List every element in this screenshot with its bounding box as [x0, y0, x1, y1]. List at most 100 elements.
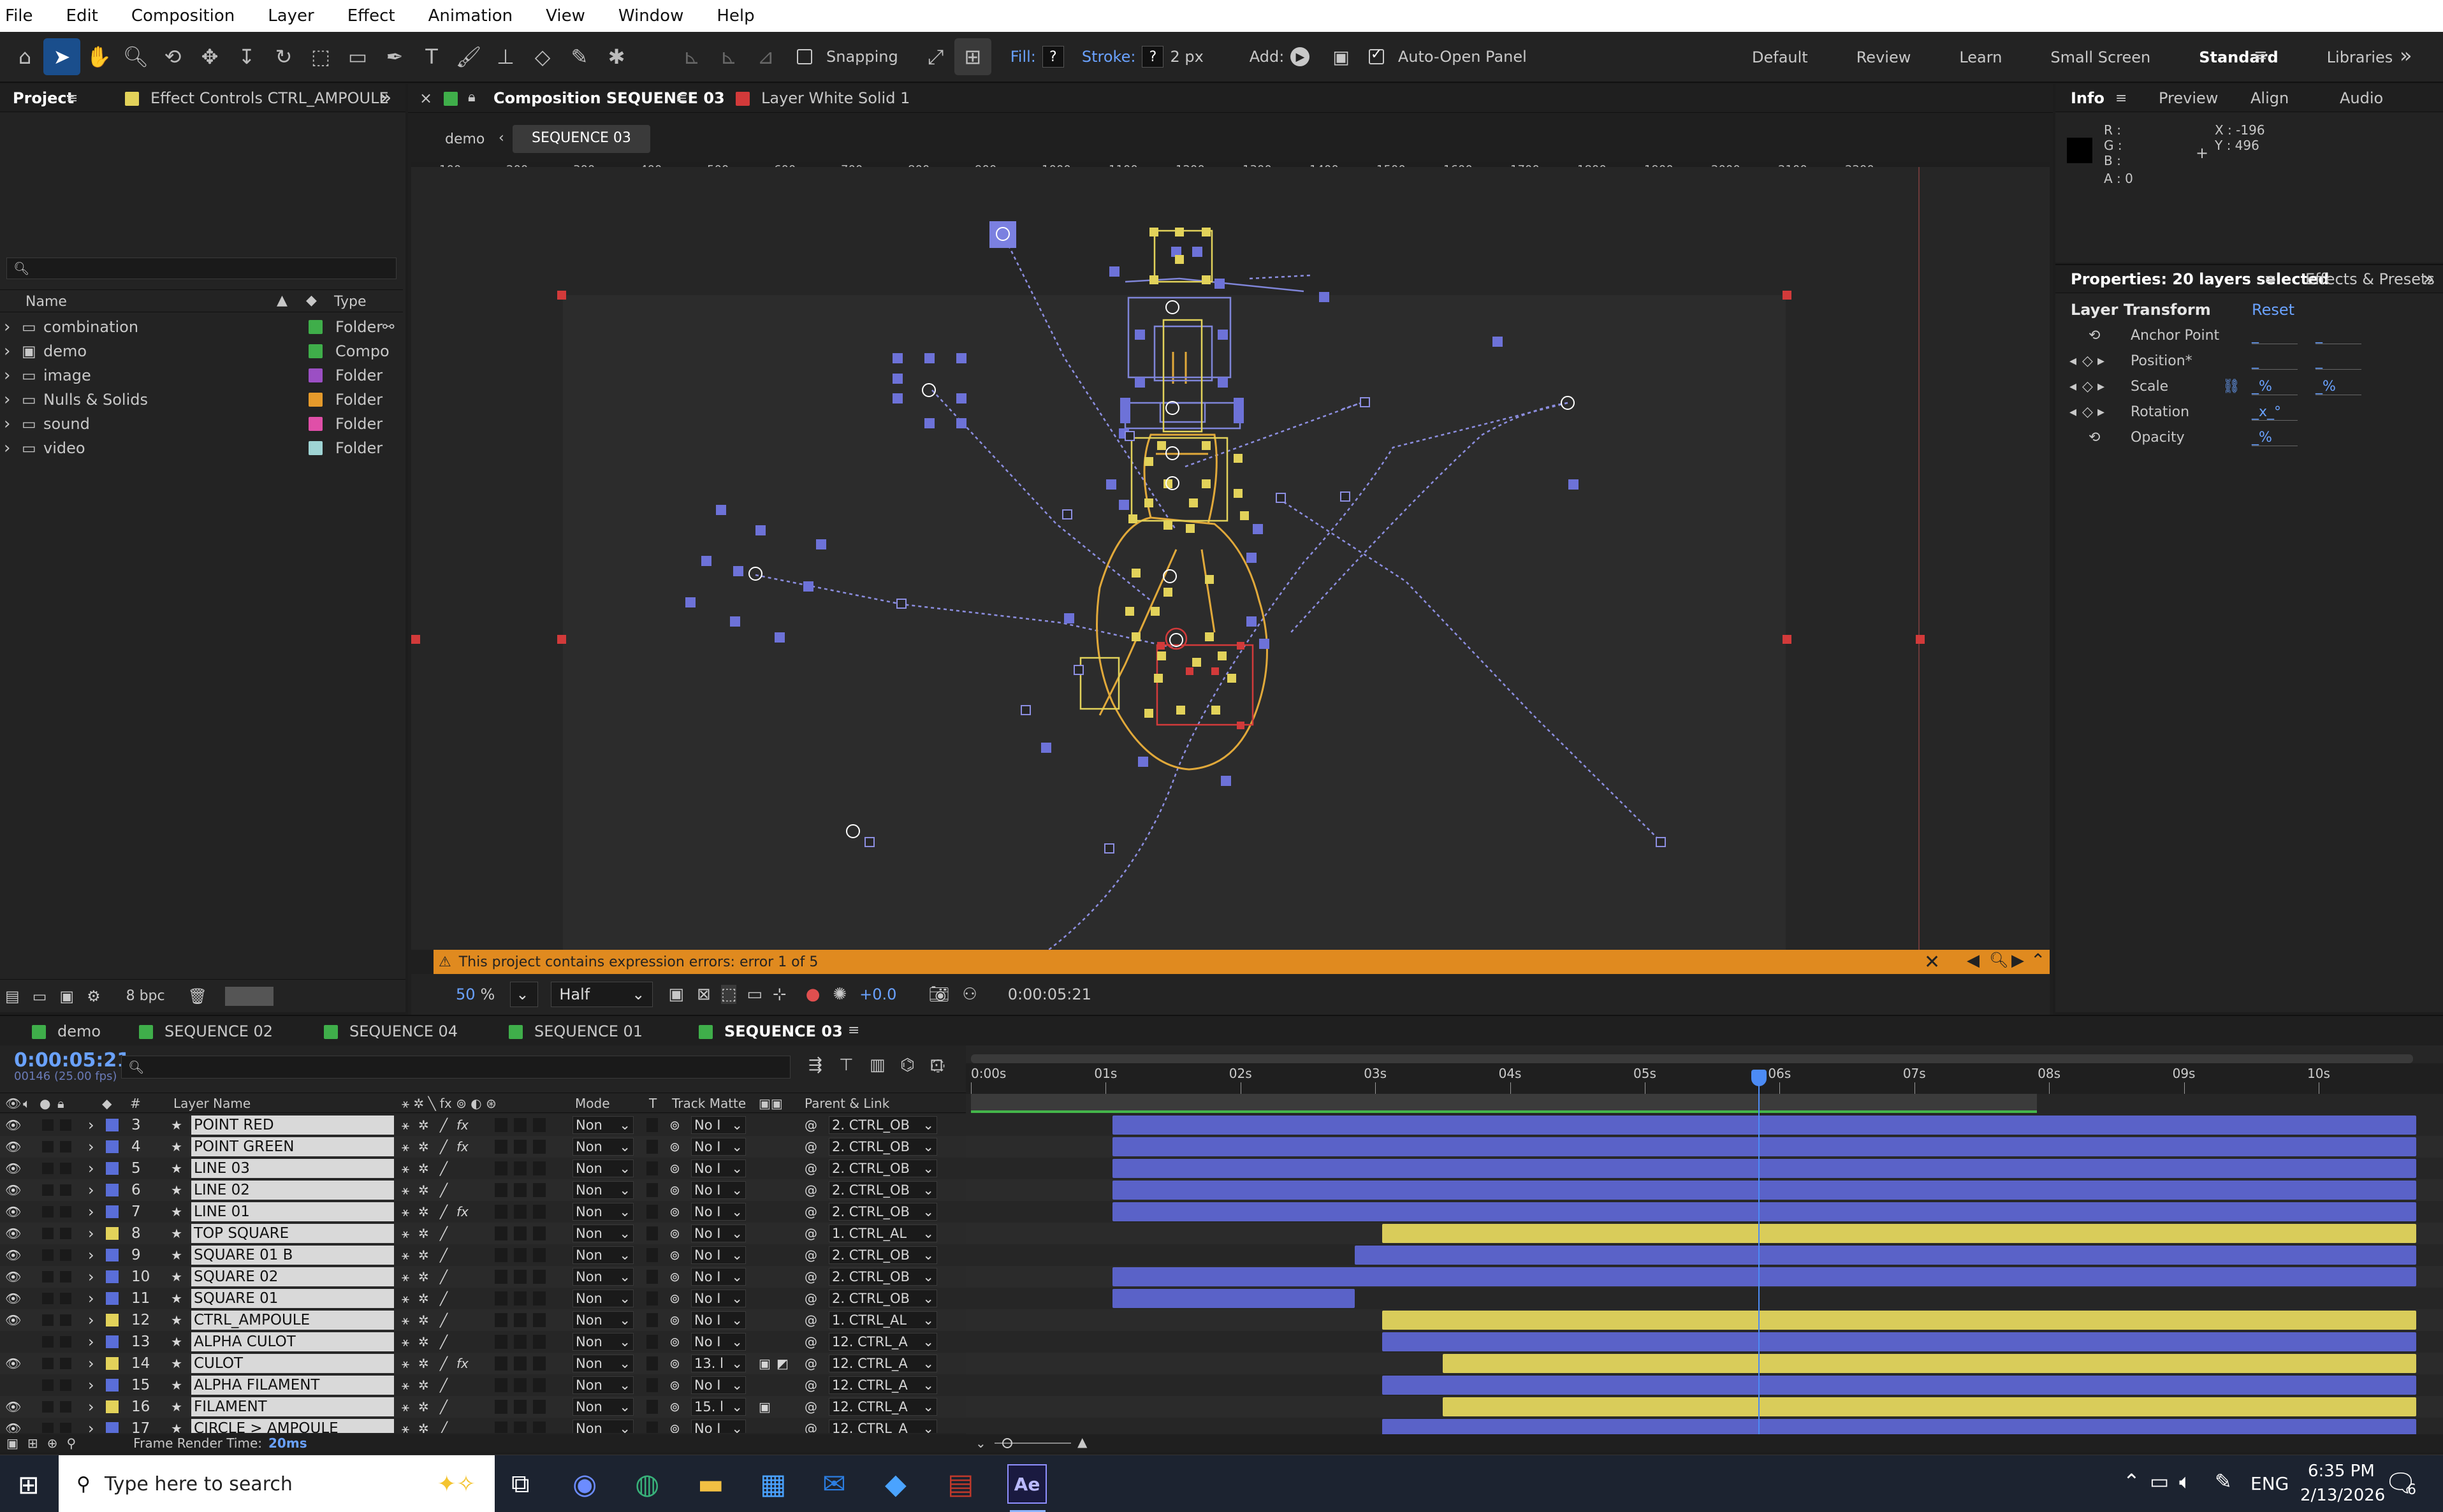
transfer-controls-icon[interactable]: ⊞ [27, 1436, 38, 1451]
layer-name[interactable]: ALPHA CULOT [191, 1332, 394, 1351]
layer-bar[interactable] [1355, 1246, 2416, 1265]
visibility-eye-icon[interactable]: 👁︎ [5, 1311, 21, 1329]
add-dropdown-icon[interactable]: ▶ [1290, 47, 1310, 66]
shy-switch-icon[interactable]: ⚹ [402, 1225, 409, 1242]
switch-box[interactable] [495, 1356, 507, 1370]
parent-dropdown[interactable]: 2. CTRL_OB ⌄ [829, 1116, 937, 1134]
pickwhip-icon[interactable]: @ [805, 1138, 817, 1156]
parent-dropdown[interactable]: 2. CTRL_OB ⌄ [829, 1290, 937, 1307]
matte-link-icon[interactable]: ⊚ [669, 1203, 680, 1221]
project-item[interactable]: › ▭ image Folder [0, 363, 403, 388]
layer-bar[interactable] [1382, 1419, 2416, 1436]
switch-box[interactable] [533, 1313, 546, 1327]
fx-switch-icon[interactable]: fx [456, 1203, 469, 1221]
parent-dropdown[interactable]: 2. CTRL_OB ⌄ [829, 1181, 937, 1199]
track-matte-dropdown[interactable]: No I ⌄ [691, 1376, 746, 1394]
label-swatch[interactable] [106, 1140, 119, 1153]
visibility-eye-icon[interactable]: 👁︎ [5, 1225, 21, 1242]
lock-toggle[interactable] [60, 1228, 71, 1239]
label-swatch[interactable] [309, 393, 323, 407]
clock-time[interactable]: 6:35 PM [2308, 1462, 2375, 1481]
track-matte-dropdown[interactable]: No I ⌄ [691, 1116, 746, 1134]
project-item[interactable]: › ▭ video Folder [0, 436, 403, 460]
next-keyframe-icon[interactable]: ▸ [2097, 379, 2104, 395]
property-value[interactable]: _x_° [2252, 404, 2298, 421]
new-composition-icon[interactable]: ▣ [59, 987, 74, 1005]
shy-switch-icon[interactable]: ⚹ [402, 1376, 409, 1394]
shy-switch-icon[interactable]: ⚹ [402, 1355, 409, 1372]
switch-box[interactable] [514, 1400, 527, 1414]
switch-box[interactable] [495, 1118, 507, 1132]
color-swatch[interactable] [225, 986, 274, 1006]
layer-row[interactable]: › 15 ★ ALPHA FILAMENT ⚹ ✲ ╱ Non ⌄ ⊚ No I ⌄ @12. CTRL… [0, 1374, 966, 1396]
chevron-right-icon[interactable]: › [4, 414, 10, 433]
matte-link-icon[interactable]: ⊚ [669, 1268, 680, 1286]
label-swatch[interactable] [106, 1379, 119, 1392]
info-menu-icon[interactable]: ≡ [2115, 91, 2127, 106]
edge-icon[interactable]: ◍ [635, 1468, 659, 1501]
workspace-libraries[interactable]: Libraries [2327, 48, 2393, 66]
track-matte-dropdown[interactable]: No I ⌄ [691, 1333, 746, 1351]
layer-search-input[interactable]: 🔍︎ [121, 1056, 791, 1079]
fx-switch-icon[interactable]: fx [456, 1355, 469, 1372]
clone-stamp-tool-icon[interactable]: ⊥ [487, 38, 524, 75]
visibility-eye-icon[interactable]: 👁︎ [5, 1355, 21, 1372]
next-keyframe-icon[interactable]: ▸ [2097, 353, 2104, 369]
solo-toggle[interactable] [42, 1206, 54, 1218]
matte-alpha-icon[interactable]: ▣ [759, 1398, 771, 1416]
preserve-transparency-box[interactable] [646, 1248, 658, 1262]
volume-icon[interactable]: 🔈︎ [2179, 1469, 2191, 1494]
shy-switch-icon[interactable]: ⚹ [402, 1138, 409, 1156]
parent-dropdown[interactable]: 2. CTRL_OB ⌄ [829, 1159, 937, 1177]
parent-dropdown[interactable]: 1. CTRL_AL ⌄ [829, 1225, 937, 1242]
label-swatch[interactable] [106, 1422, 119, 1433]
switch-box[interactable] [514, 1335, 527, 1349]
zoom-slider[interactable]: ⌄ ▲ [975, 1434, 1090, 1451]
menu-file[interactable]: File [5, 6, 33, 25]
panel-expand-icon[interactable]: » [2423, 268, 2434, 290]
preserve-transparency-box[interactable] [646, 1270, 658, 1284]
track-matte-dropdown[interactable]: No I ⌄ [691, 1225, 746, 1242]
collapse-switch-icon[interactable]: ✲ [418, 1311, 429, 1329]
track-matte-dropdown[interactable]: No I ⌄ [691, 1268, 746, 1286]
switch-box[interactable] [514, 1118, 527, 1132]
project-item[interactable]: › ▭ Nulls & Solids Folder [0, 388, 403, 412]
fx-switch-icon[interactable]: fx [456, 1116, 469, 1134]
expand-arrow-icon[interactable]: › [88, 1246, 94, 1264]
switch-box[interactable] [495, 1378, 507, 1392]
layer-bar[interactable] [1112, 1159, 2416, 1178]
menu-view[interactable]: View [546, 6, 585, 25]
workspace-review[interactable]: Review [1856, 48, 1911, 66]
quality-switch-icon[interactable]: ╱ [440, 1159, 448, 1177]
frame-blending-icon[interactable]: ⌬ [900, 1056, 915, 1075]
zoom-dropdown[interactable]: ⌄ [510, 982, 539, 1007]
pickwhip-icon[interactable]: @ [805, 1311, 817, 1329]
switch-box[interactable] [495, 1205, 507, 1219]
collapse-switch-icon[interactable]: ✲ [418, 1159, 429, 1177]
menu-help[interactable]: Help [717, 6, 754, 25]
shy-switch-icon[interactable]: ⚹ [402, 1311, 409, 1329]
camera-icon[interactable]: ▣ [1332, 47, 1349, 68]
visibility-eye-icon[interactable]: 👁︎ [5, 1290, 21, 1307]
hand-tool-icon[interactable]: ✋ [80, 38, 117, 75]
switch-box[interactable] [533, 1161, 546, 1175]
quality-switch-icon[interactable]: ╱ [440, 1203, 448, 1221]
switch-box[interactable] [533, 1205, 546, 1219]
fast-preview-icon[interactable]: ▣ [668, 985, 684, 1004]
switch-box[interactable] [533, 1270, 546, 1284]
collapse-switch-icon[interactable]: ✲ [418, 1398, 429, 1416]
layer-row[interactable]: 👁︎ › 5 ★ LINE 03 ⚹ ✲ ╱ Non ⌄ ⊚ No I ⌄ @2. CTRL_OB ⌄ [0, 1158, 966, 1179]
layer-row[interactable]: 👁︎ › 10 ★ SQUARE 02 ⚹ ✲ ╱ Non ⌄ ⊚ No I ⌄ @2. CTRL_OB ⌄ [0, 1266, 966, 1288]
collapse-switch-icon[interactable]: ✲ [418, 1225, 429, 1242]
blend-mode-dropdown[interactable]: Non ⌄ [572, 1203, 634, 1221]
shy-switch-icon[interactable]: ⚹ [402, 1333, 409, 1351]
layer-name[interactable]: POINT RED [191, 1116, 394, 1135]
expand-arrow-icon[interactable]: › [88, 1355, 94, 1372]
preserve-transparency-box[interactable] [646, 1291, 658, 1305]
panel-menu-icon[interactable]: ≡ [66, 91, 78, 106]
layer-bar[interactable] [1442, 1397, 2416, 1416]
switch-box[interactable] [514, 1205, 527, 1219]
matte-link-icon[interactable]: ⊚ [669, 1290, 680, 1307]
track-matte-dropdown[interactable]: No I ⌄ [691, 1290, 746, 1307]
hide-shy-icon[interactable]: ▥ [870, 1056, 886, 1075]
